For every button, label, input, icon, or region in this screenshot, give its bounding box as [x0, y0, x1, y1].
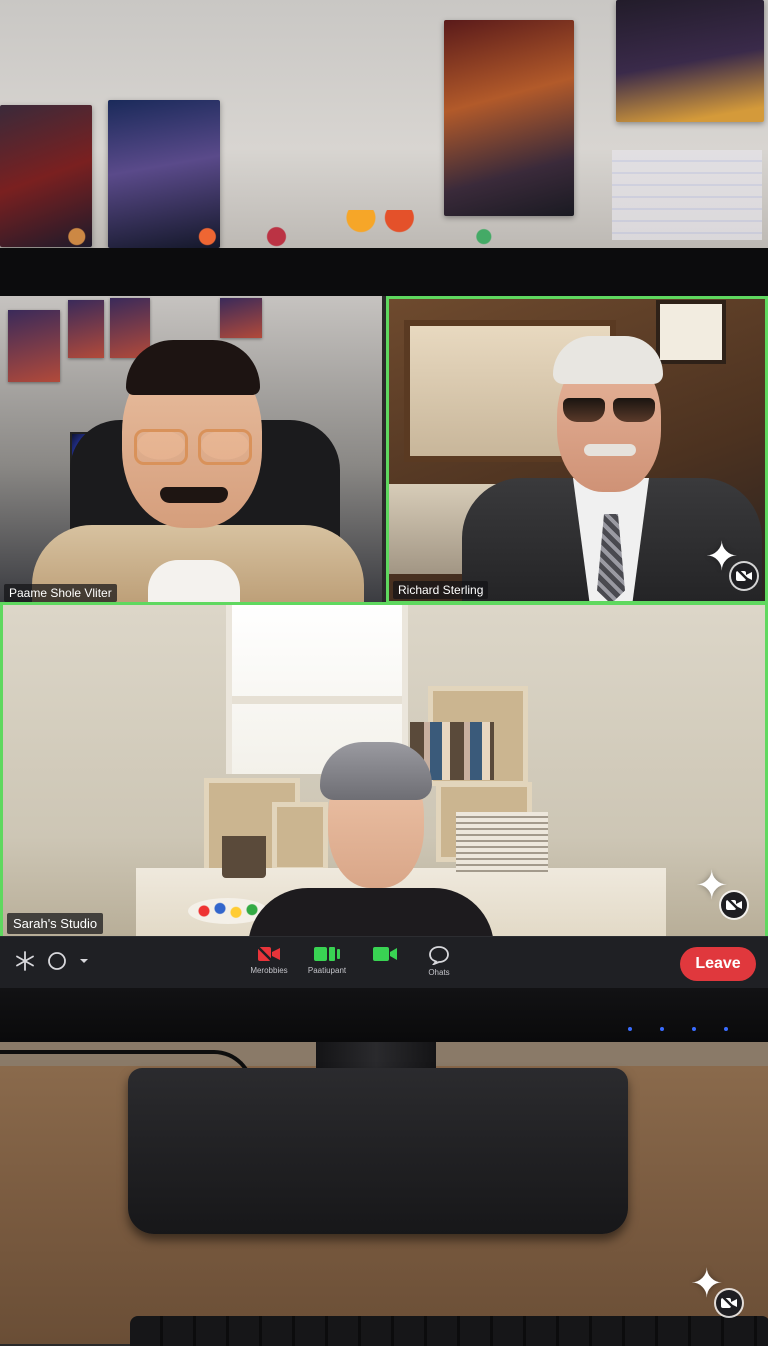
video-off-indicator: ✦ [705, 537, 757, 589]
participant-sunglasses [563, 398, 655, 424]
wall-poster [8, 310, 60, 382]
asterisk-icon[interactable] [14, 950, 36, 972]
participant-hair [126, 340, 260, 395]
leave-button[interactable]: Leave [680, 947, 756, 981]
magazine-stack [456, 812, 548, 872]
camera-off-icon [721, 892, 747, 918]
participant-hair [320, 742, 432, 800]
wall-poster [68, 300, 104, 358]
art-canvas [272, 802, 328, 872]
participants-icon [314, 947, 340, 961]
participant-mustache [160, 487, 228, 503]
monitor-bezel-top [0, 248, 768, 296]
toolbar-left-group [14, 950, 90, 972]
wall-poster [220, 298, 262, 338]
chat-icon [429, 946, 449, 965]
participant-shirt [148, 560, 240, 604]
video-tile-participant-3[interactable]: Sarah's Studio ✦ [0, 602, 768, 936]
monitor-stand-base [128, 1068, 628, 1234]
chats-button[interactable]: Ohats [404, 945, 474, 987]
participant-name-tag: Richard Sterling [393, 581, 489, 599]
participant-body [248, 888, 494, 936]
camera-off-icon [731, 563, 757, 589]
meeting-toolbar: Merobbies Paatiupant Ohats Leave [0, 936, 768, 989]
keyboard [130, 1316, 768, 1346]
camera-off-icon [716, 1290, 742, 1316]
wall-poster [444, 20, 574, 216]
video-tile-participant-2[interactable]: Richard Sterling ✦ [386, 296, 768, 604]
tile-a-scene: Paame Shole Vliter [0, 296, 382, 604]
participant-name-tag: Paame Shole Vliter [4, 584, 117, 602]
chevron-down-icon[interactable] [78, 956, 90, 966]
wall-poster [616, 0, 764, 122]
room-wall-background [0, 0, 768, 248]
camera-off-icon [256, 945, 280, 963]
circle-icon[interactable] [46, 950, 68, 972]
watermark-badge: ✦ [690, 1264, 742, 1316]
participant-glasses [134, 428, 252, 465]
participant-hair [553, 336, 663, 384]
monitor-indicator-lights [628, 1027, 728, 1031]
toy-figures [0, 210, 768, 248]
participant-name-tag: Sarah's Studio [7, 913, 104, 934]
video-off-indicator: ✦ [695, 866, 747, 918]
framed-certificate [656, 300, 726, 364]
chats-label: Ohats [428, 968, 450, 977]
monitor-bezel-bottom [0, 988, 768, 1042]
video-camera-icon [373, 947, 397, 961]
participant-mustache [584, 444, 636, 456]
brush-jar [222, 818, 266, 878]
